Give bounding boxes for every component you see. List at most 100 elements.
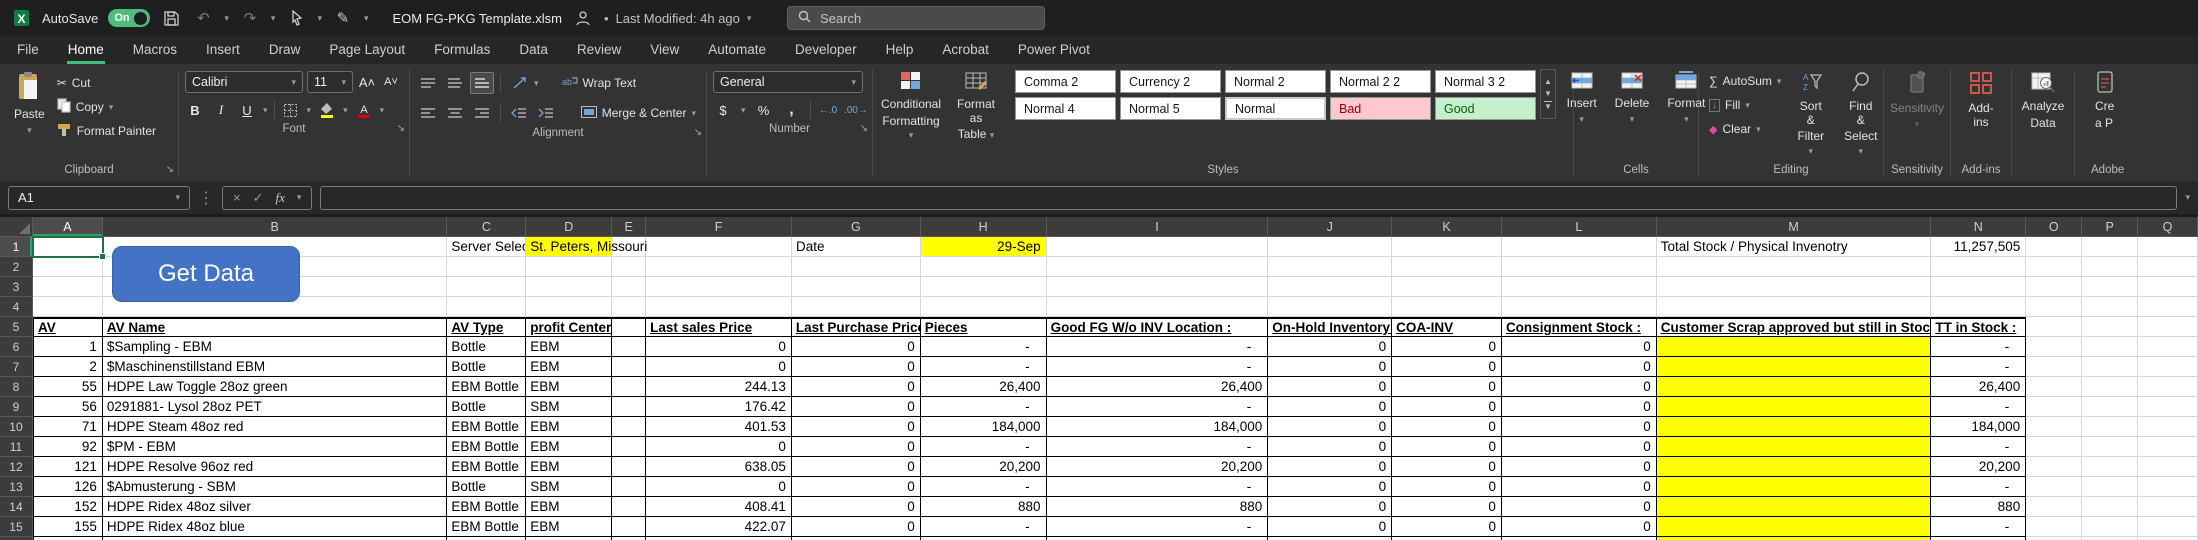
- autosum-button[interactable]: ∑ AutoSum ▾: [1705, 69, 1785, 93]
- cell-B11[interactable]: $PM - EBM: [103, 437, 448, 457]
- cell-Q11[interactable]: [2138, 437, 2198, 457]
- cell-O14[interactable]: [2026, 497, 2082, 517]
- delete-cells-button[interactable]: Delete ▾: [1607, 69, 1658, 126]
- cell-O4[interactable]: [2026, 297, 2082, 317]
- cell-N7[interactable]: -: [1931, 357, 2026, 377]
- cell-P10[interactable]: [2082, 417, 2138, 437]
- cell-N1[interactable]: 11,257,505: [1931, 237, 2026, 257]
- formula-bar-expand-icon[interactable]: ▾: [2185, 192, 2190, 203]
- cell-style-normal-2[interactable]: Normal 2: [1225, 70, 1326, 93]
- cell-Q8[interactable]: [2138, 377, 2198, 397]
- undo-chevron-icon[interactable]: ▾: [224, 13, 229, 24]
- sort-filter-button[interactable]: AZ Sort & Filter ▾: [1789, 69, 1832, 160]
- cell-P14[interactable]: [2082, 497, 2138, 517]
- cell-H4[interactable]: [921, 297, 1047, 317]
- cell-D7[interactable]: EBM: [526, 357, 612, 377]
- cell-B6[interactable]: $Sampling - EBM: [103, 337, 448, 357]
- accounting-chevron-icon[interactable]: ▾: [741, 105, 746, 116]
- align-middle-icon[interactable]: [443, 72, 467, 94]
- fill-color-chevron-icon[interactable]: ▾: [343, 105, 348, 116]
- cell-A4[interactable]: [33, 297, 103, 317]
- cell-B12[interactable]: HDPE Resolve 96oz red: [103, 457, 448, 477]
- cell-N13[interactable]: -: [1931, 477, 2026, 497]
- cell-G12[interactable]: 0: [792, 457, 921, 477]
- cell-H8[interactable]: 26,400: [921, 377, 1047, 397]
- cell-Q10[interactable]: [2138, 417, 2198, 437]
- col-header-Q[interactable]: Q: [2138, 217, 2198, 237]
- cell-P4[interactable]: [2082, 297, 2138, 317]
- underline-button[interactable]: U: [237, 99, 257, 121]
- cell-F4[interactable]: [646, 297, 792, 317]
- cell-style-normal-2-2[interactable]: Normal 2 2: [1330, 70, 1431, 93]
- borders-chevron-icon[interactable]: ▾: [307, 105, 312, 116]
- cell-B9[interactable]: 0291881- Lysol 28oz PET: [103, 397, 448, 417]
- cell-H15[interactable]: -: [921, 517, 1047, 537]
- row-header-7[interactable]: 7: [0, 357, 33, 377]
- cell-P13[interactable]: [2082, 477, 2138, 497]
- row-header-1[interactable]: 1: [0, 237, 33, 257]
- cell-G14[interactable]: 0: [792, 497, 921, 517]
- cell-H7[interactable]: -: [921, 357, 1047, 377]
- cell-B5[interactable]: AV Name: [103, 317, 448, 337]
- people-icon[interactable]: [572, 7, 594, 29]
- cell-Q1[interactable]: [2138, 237, 2198, 257]
- cell-N11[interactable]: -: [1931, 437, 2026, 457]
- cell-style-normal-3-2[interactable]: Normal 3 2: [1435, 70, 1536, 93]
- cell-L11[interactable]: 0: [1502, 437, 1657, 457]
- cell-N15[interactable]: -: [1931, 517, 2026, 537]
- cell-H13[interactable]: -: [921, 477, 1047, 497]
- cell-Q6[interactable]: [2138, 337, 2198, 357]
- cell-style-normal[interactable]: Normal: [1225, 97, 1326, 120]
- row-header-10[interactable]: 10: [0, 417, 33, 437]
- borders-icon[interactable]: [281, 99, 301, 121]
- cell-G1[interactable]: Date: [792, 237, 921, 257]
- cell-I2[interactable]: [1047, 257, 1269, 277]
- cell-M8[interactable]: [1657, 377, 1932, 397]
- cell-K5[interactable]: COA-INV: [1392, 317, 1502, 337]
- cell-F3[interactable]: [646, 277, 792, 297]
- cell-M5[interactable]: Customer Scrap approved but still in Sto…: [1657, 317, 1932, 337]
- insert-function-icon[interactable]: fx: [276, 190, 285, 206]
- cell-C2[interactable]: [447, 257, 526, 277]
- cell-N9[interactable]: -: [1931, 397, 2026, 417]
- cell-N5[interactable]: TT in Stock :: [1931, 317, 2026, 337]
- cell-H5[interactable]: Pieces: [921, 317, 1047, 337]
- sensitivity-button[interactable]: Sensitivity ▾: [1882, 69, 1952, 131]
- menu-item-draw[interactable]: Draw: [268, 37, 302, 64]
- orientation-chevron-icon[interactable]: ▾: [534, 78, 539, 89]
- cell-F6[interactable]: 0: [646, 337, 792, 357]
- number-format-select[interactable]: General▾: [713, 71, 863, 93]
- align-bottom-icon[interactable]: [470, 72, 494, 94]
- cell-D3[interactable]: [526, 277, 612, 297]
- cell-O10[interactable]: [2026, 417, 2082, 437]
- cell-L15[interactable]: 0: [1502, 517, 1657, 537]
- cell-N6[interactable]: -: [1931, 337, 2026, 357]
- formula-input[interactable]: [320, 186, 2177, 210]
- cell-D15[interactable]: EBM: [526, 517, 612, 537]
- insert-cells-button[interactable]: Insert ▾: [1559, 69, 1605, 126]
- cell-C1[interactable]: Server Select: [447, 237, 526, 257]
- name-box[interactable]: A1 ▾: [8, 186, 190, 210]
- cell-J13[interactable]: 0: [1268, 477, 1392, 497]
- redo-chevron-icon[interactable]: ▾: [271, 13, 276, 24]
- cell-M12[interactable]: [1657, 457, 1932, 477]
- copy-button[interactable]: Copy ▾: [53, 95, 160, 119]
- cell-C13[interactable]: Bottle: [447, 477, 526, 497]
- cell-P8[interactable]: [2082, 377, 2138, 397]
- cell-G3[interactable]: [792, 277, 921, 297]
- cell-E4[interactable]: [612, 297, 646, 317]
- cell-F14[interactable]: 408.41: [646, 497, 792, 517]
- gallery-up-icon[interactable]: ▲: [1544, 77, 1552, 86]
- row-header-2[interactable]: 2: [0, 257, 33, 277]
- increase-font-icon[interactable]: A˄: [357, 71, 377, 93]
- menu-item-help[interactable]: Help: [885, 37, 915, 64]
- cell-N2[interactable]: [1931, 257, 2026, 277]
- cell-M10[interactable]: [1657, 417, 1932, 437]
- cell-E5[interactable]: [612, 317, 646, 337]
- cell-I4[interactable]: [1047, 297, 1269, 317]
- cell-G4[interactable]: [792, 297, 921, 317]
- cell-H6[interactable]: -: [921, 337, 1047, 357]
- cell-J10[interactable]: 0: [1268, 417, 1392, 437]
- fill-color-icon[interactable]: [317, 99, 337, 121]
- row-header-9[interactable]: 9: [0, 397, 33, 417]
